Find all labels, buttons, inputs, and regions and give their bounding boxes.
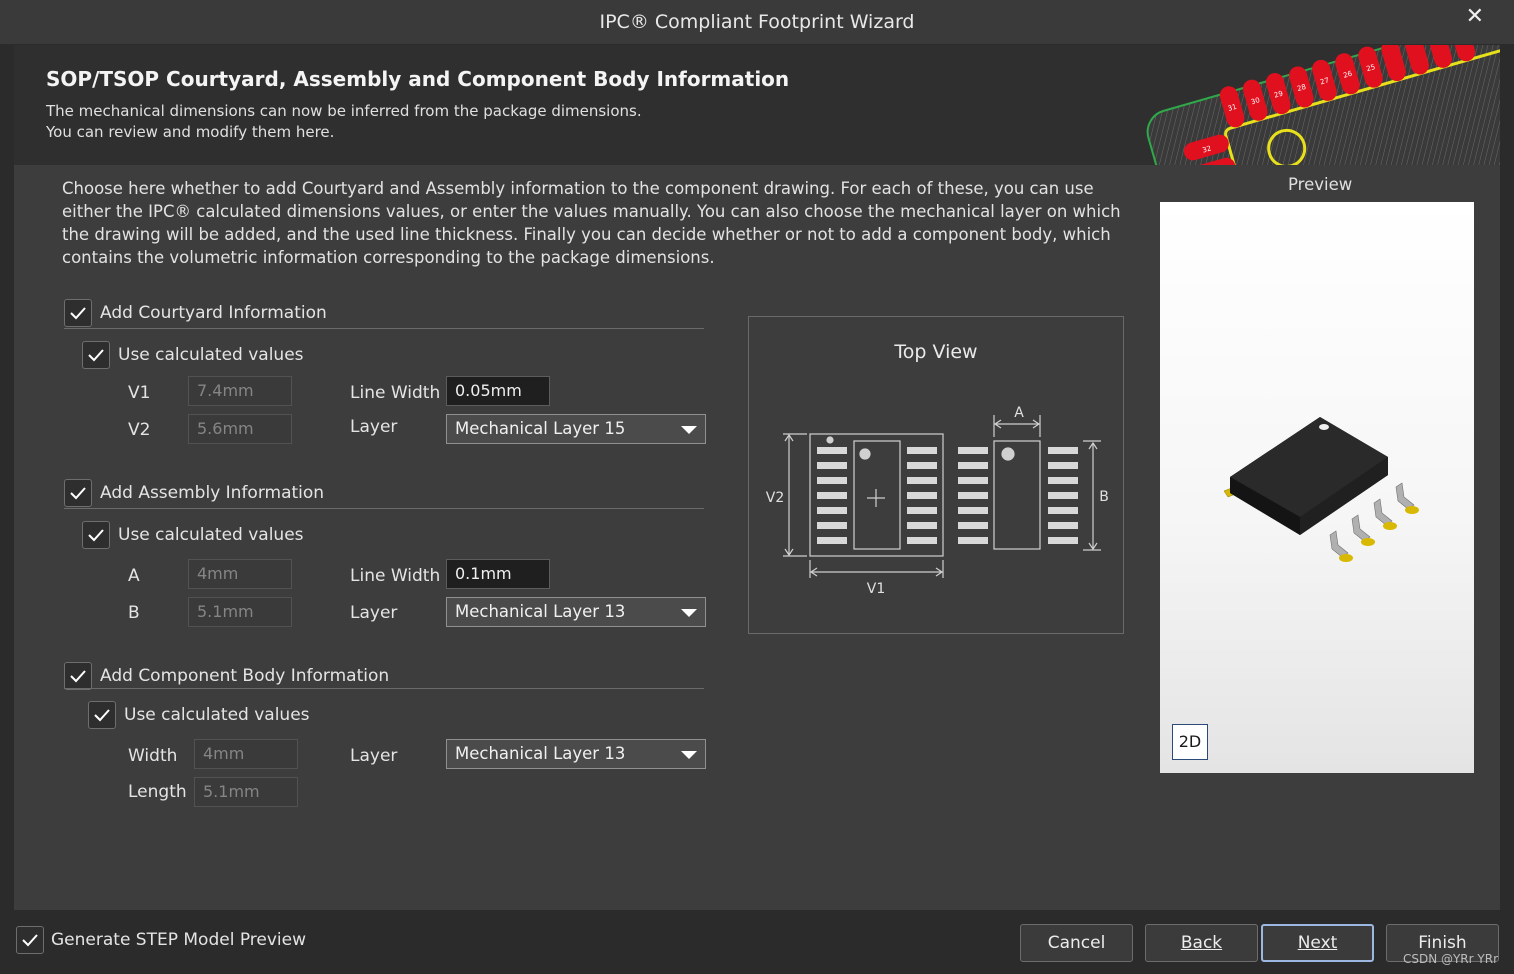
check-icon — [88, 529, 104, 542]
assembly-use-calculated-checkbox[interactable] — [82, 521, 110, 549]
courtyard-layer-label: Layer — [350, 417, 398, 437]
cancel-button[interactable]: Cancel — [1020, 924, 1133, 962]
body-layer-dropdown[interactable]: Mechanical Layer 13 — [446, 739, 706, 769]
wizard-footer: Generate STEP Model Preview Cancel Back … — [0, 910, 1514, 974]
v2-label: V2 — [128, 420, 151, 440]
watermark-text: CSDN @YRr YRr — [1402, 952, 1498, 966]
page-subtitle: The mechanical dimensions can now be inf… — [46, 101, 642, 143]
courtyard-divider — [64, 328, 704, 329]
chevron-down-icon — [681, 426, 697, 434]
subtitle-line-2: You can review and modify them here. — [46, 123, 335, 141]
dim-a-label: A — [1014, 405, 1024, 421]
v2-field[interactable]: 5.6mm — [188, 414, 292, 444]
generate-step-checkbox[interactable] — [16, 926, 44, 954]
preview-viewport[interactable]: 2D — [1160, 202, 1474, 773]
length-label: Length — [128, 782, 187, 802]
toggle-2d-button[interactable]: 2D — [1172, 724, 1208, 760]
chevron-down-icon — [681, 609, 697, 617]
v1-label: V1 — [128, 383, 151, 403]
assembly-line-width-label: Line Width — [350, 566, 441, 586]
dim-v2-label: V2 — [766, 490, 784, 506]
courtyard-checkbox[interactable] — [64, 299, 92, 327]
body-use-calculated-checkbox[interactable] — [88, 701, 116, 729]
courtyard-use-calculated-checkbox[interactable] — [82, 341, 110, 369]
assembly-use-calculated-label: Use calculated values — [118, 525, 304, 545]
dim-v1-label: V1 — [867, 581, 885, 597]
length-field[interactable]: 5.1mm — [194, 777, 298, 807]
courtyard-layer-dropdown[interactable]: Mechanical Layer 15 — [446, 414, 706, 444]
window-title-bar: IPC® Compliant Footprint Wizard — [0, 0, 1514, 44]
courtyard-use-calculated-label: Use calculated values — [118, 345, 304, 365]
a-field[interactable]: 4mm — [188, 559, 292, 589]
width-label: Width — [128, 746, 178, 766]
chevron-down-icon — [681, 751, 697, 759]
body-layer-value: Mechanical Layer 13 — [455, 744, 626, 763]
chip-3d-model — [1223, 417, 1419, 562]
assembly-section-label: Add Assembly Information — [100, 483, 325, 503]
subtitle-line-1: The mechanical dimensions can now be inf… — [46, 102, 642, 120]
check-icon — [88, 349, 104, 362]
courtyard-line-width-label: Line Width — [350, 383, 441, 403]
assembly-layer-value: Mechanical Layer 13 — [455, 602, 626, 621]
window-title: IPC® Compliant Footprint Wizard — [599, 11, 915, 33]
assembly-layer-dropdown[interactable]: Mechanical Layer 13 — [446, 597, 706, 627]
dim-b-label: B — [1099, 489, 1109, 505]
b-label: B — [128, 603, 140, 623]
body-use-calculated-label: Use calculated values — [124, 705, 310, 725]
back-button[interactable]: Back — [1145, 924, 1258, 962]
check-icon — [22, 934, 38, 947]
check-icon — [70, 307, 86, 320]
wizard-header: SOP/TSOP Courtyard, Assembly and Compone… — [14, 45, 1500, 165]
body-checkbox[interactable] — [64, 662, 92, 690]
top-view-diagram: V2 V1 A B — [766, 405, 1109, 597]
assembly-divider — [64, 508, 704, 509]
check-icon — [70, 487, 86, 500]
intro-text: Choose here whether to add Courtyard and… — [62, 179, 1121, 267]
courtyard-line-width-field[interactable]: 0.05mm — [446, 376, 550, 406]
width-field[interactable]: 4mm — [194, 739, 298, 769]
close-icon[interactable]: ✕ — [1466, 0, 1484, 34]
preview-label: Preview — [1288, 175, 1353, 194]
check-icon — [94, 709, 110, 722]
pcb-footprint-graphic: 1 31 30 29 28 27 26 25 32 — [1146, 45, 1500, 165]
courtyard-section-label: Add Courtyard Information — [100, 303, 327, 323]
check-icon — [70, 670, 86, 683]
assembly-line-width-field[interactable]: 0.1mm — [446, 559, 550, 589]
top-view-panel: Top View V2 V1 A B — [748, 316, 1124, 634]
generate-step-label: Generate STEP Model Preview — [51, 930, 306, 950]
b-field[interactable]: 5.1mm — [188, 597, 292, 627]
body-divider — [64, 688, 704, 689]
courtyard-layer-value: Mechanical Layer 15 — [455, 419, 626, 438]
a-label: A — [128, 566, 140, 586]
main-content: Choose here whether to add Courtyard and… — [14, 165, 1500, 910]
body-layer-label: Layer — [350, 746, 398, 766]
v1-field[interactable]: 7.4mm — [188, 376, 292, 406]
page-title: SOP/TSOP Courtyard, Assembly and Compone… — [46, 67, 790, 91]
assembly-checkbox[interactable] — [64, 479, 92, 507]
body-section-label: Add Component Body Information — [100, 666, 390, 686]
next-button[interactable]: Next — [1261, 924, 1374, 962]
assembly-layer-label: Layer — [350, 603, 398, 623]
